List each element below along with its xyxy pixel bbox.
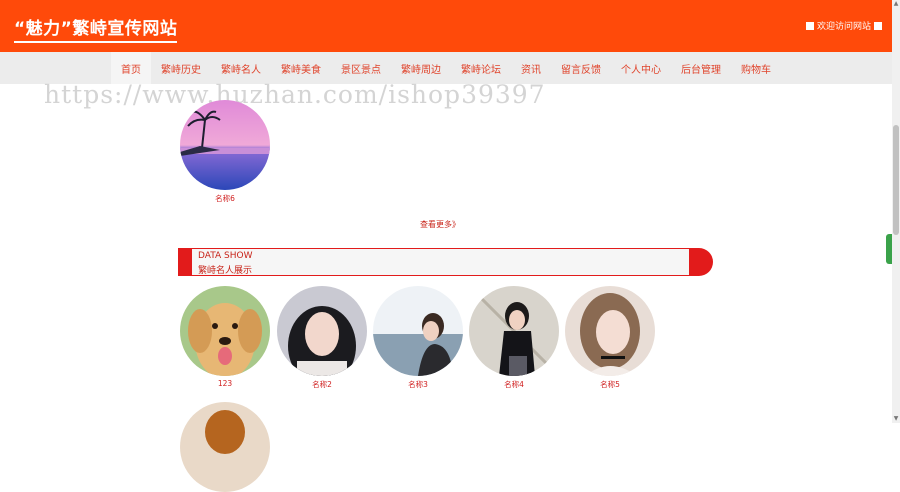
welcome-area: 欢迎访问网站 [805, 19, 882, 32]
scroll-up-icon[interactable]: ▲ [893, 0, 899, 8]
nav-item-cart[interactable]: 购物车 [731, 52, 781, 84]
item-image[interactable] [180, 402, 270, 492]
list-item[interactable]: 名称5 [565, 286, 655, 390]
watermark-text: https://www.huzhan.com/ishop39397 [44, 80, 546, 109]
item-image[interactable] [565, 286, 655, 376]
item-image[interactable] [180, 100, 270, 190]
item-image[interactable] [180, 286, 270, 376]
list-item[interactable]: 名称3 [373, 286, 463, 390]
section-title-cn: 繁峙名人展示 [198, 266, 253, 276]
scroll-down-icon[interactable]: ▼ [893, 415, 899, 423]
item-image[interactable] [277, 286, 367, 376]
item-caption: 名称4 [504, 380, 524, 389]
site-header: “魅力”繁峙宣传网站 欢迎访问网站 [0, 0, 892, 52]
item-image[interactable] [469, 286, 559, 376]
list-item[interactable]: 名称4 [469, 286, 559, 390]
section-banner: DATA SHOW 繁峙名人展示 [178, 248, 690, 276]
list-item[interactable]: 名称6 [180, 100, 270, 204]
item-caption: 名称6 [215, 194, 235, 203]
square-icon [874, 21, 882, 30]
list-item[interactable] [180, 402, 270, 492]
view-more-link[interactable]: 查看更多》 [420, 219, 460, 230]
nav-item-admin[interactable]: 后台管理 [671, 52, 731, 84]
square-icon [805, 21, 814, 30]
nav-item-feedback[interactable]: 留言反馈 [551, 52, 611, 84]
item-image[interactable] [373, 286, 463, 376]
item-caption: 123 [217, 379, 233, 388]
side-float-tab[interactable] [886, 234, 892, 264]
item-caption: 名称5 [600, 380, 620, 389]
scrollbar-thumb[interactable] [893, 125, 899, 235]
site-title[interactable]: “魅力”繁峙宣传网站 [14, 14, 178, 43]
item-caption: 名称3 [408, 380, 428, 389]
list-item[interactable]: 名称2 [277, 286, 367, 390]
list-item[interactable]: 123 [180, 286, 270, 388]
banner-end-cap [690, 248, 713, 276]
nav-item-user-center[interactable]: 个人中心 [611, 52, 671, 84]
item-caption: 名称2 [312, 380, 332, 389]
section-title-en: DATA SHOW [198, 251, 253, 261]
page-scrollbar[interactable]: ▲ ▼ [892, 0, 900, 423]
welcome-text: 欢迎访问网站 [816, 22, 871, 32]
